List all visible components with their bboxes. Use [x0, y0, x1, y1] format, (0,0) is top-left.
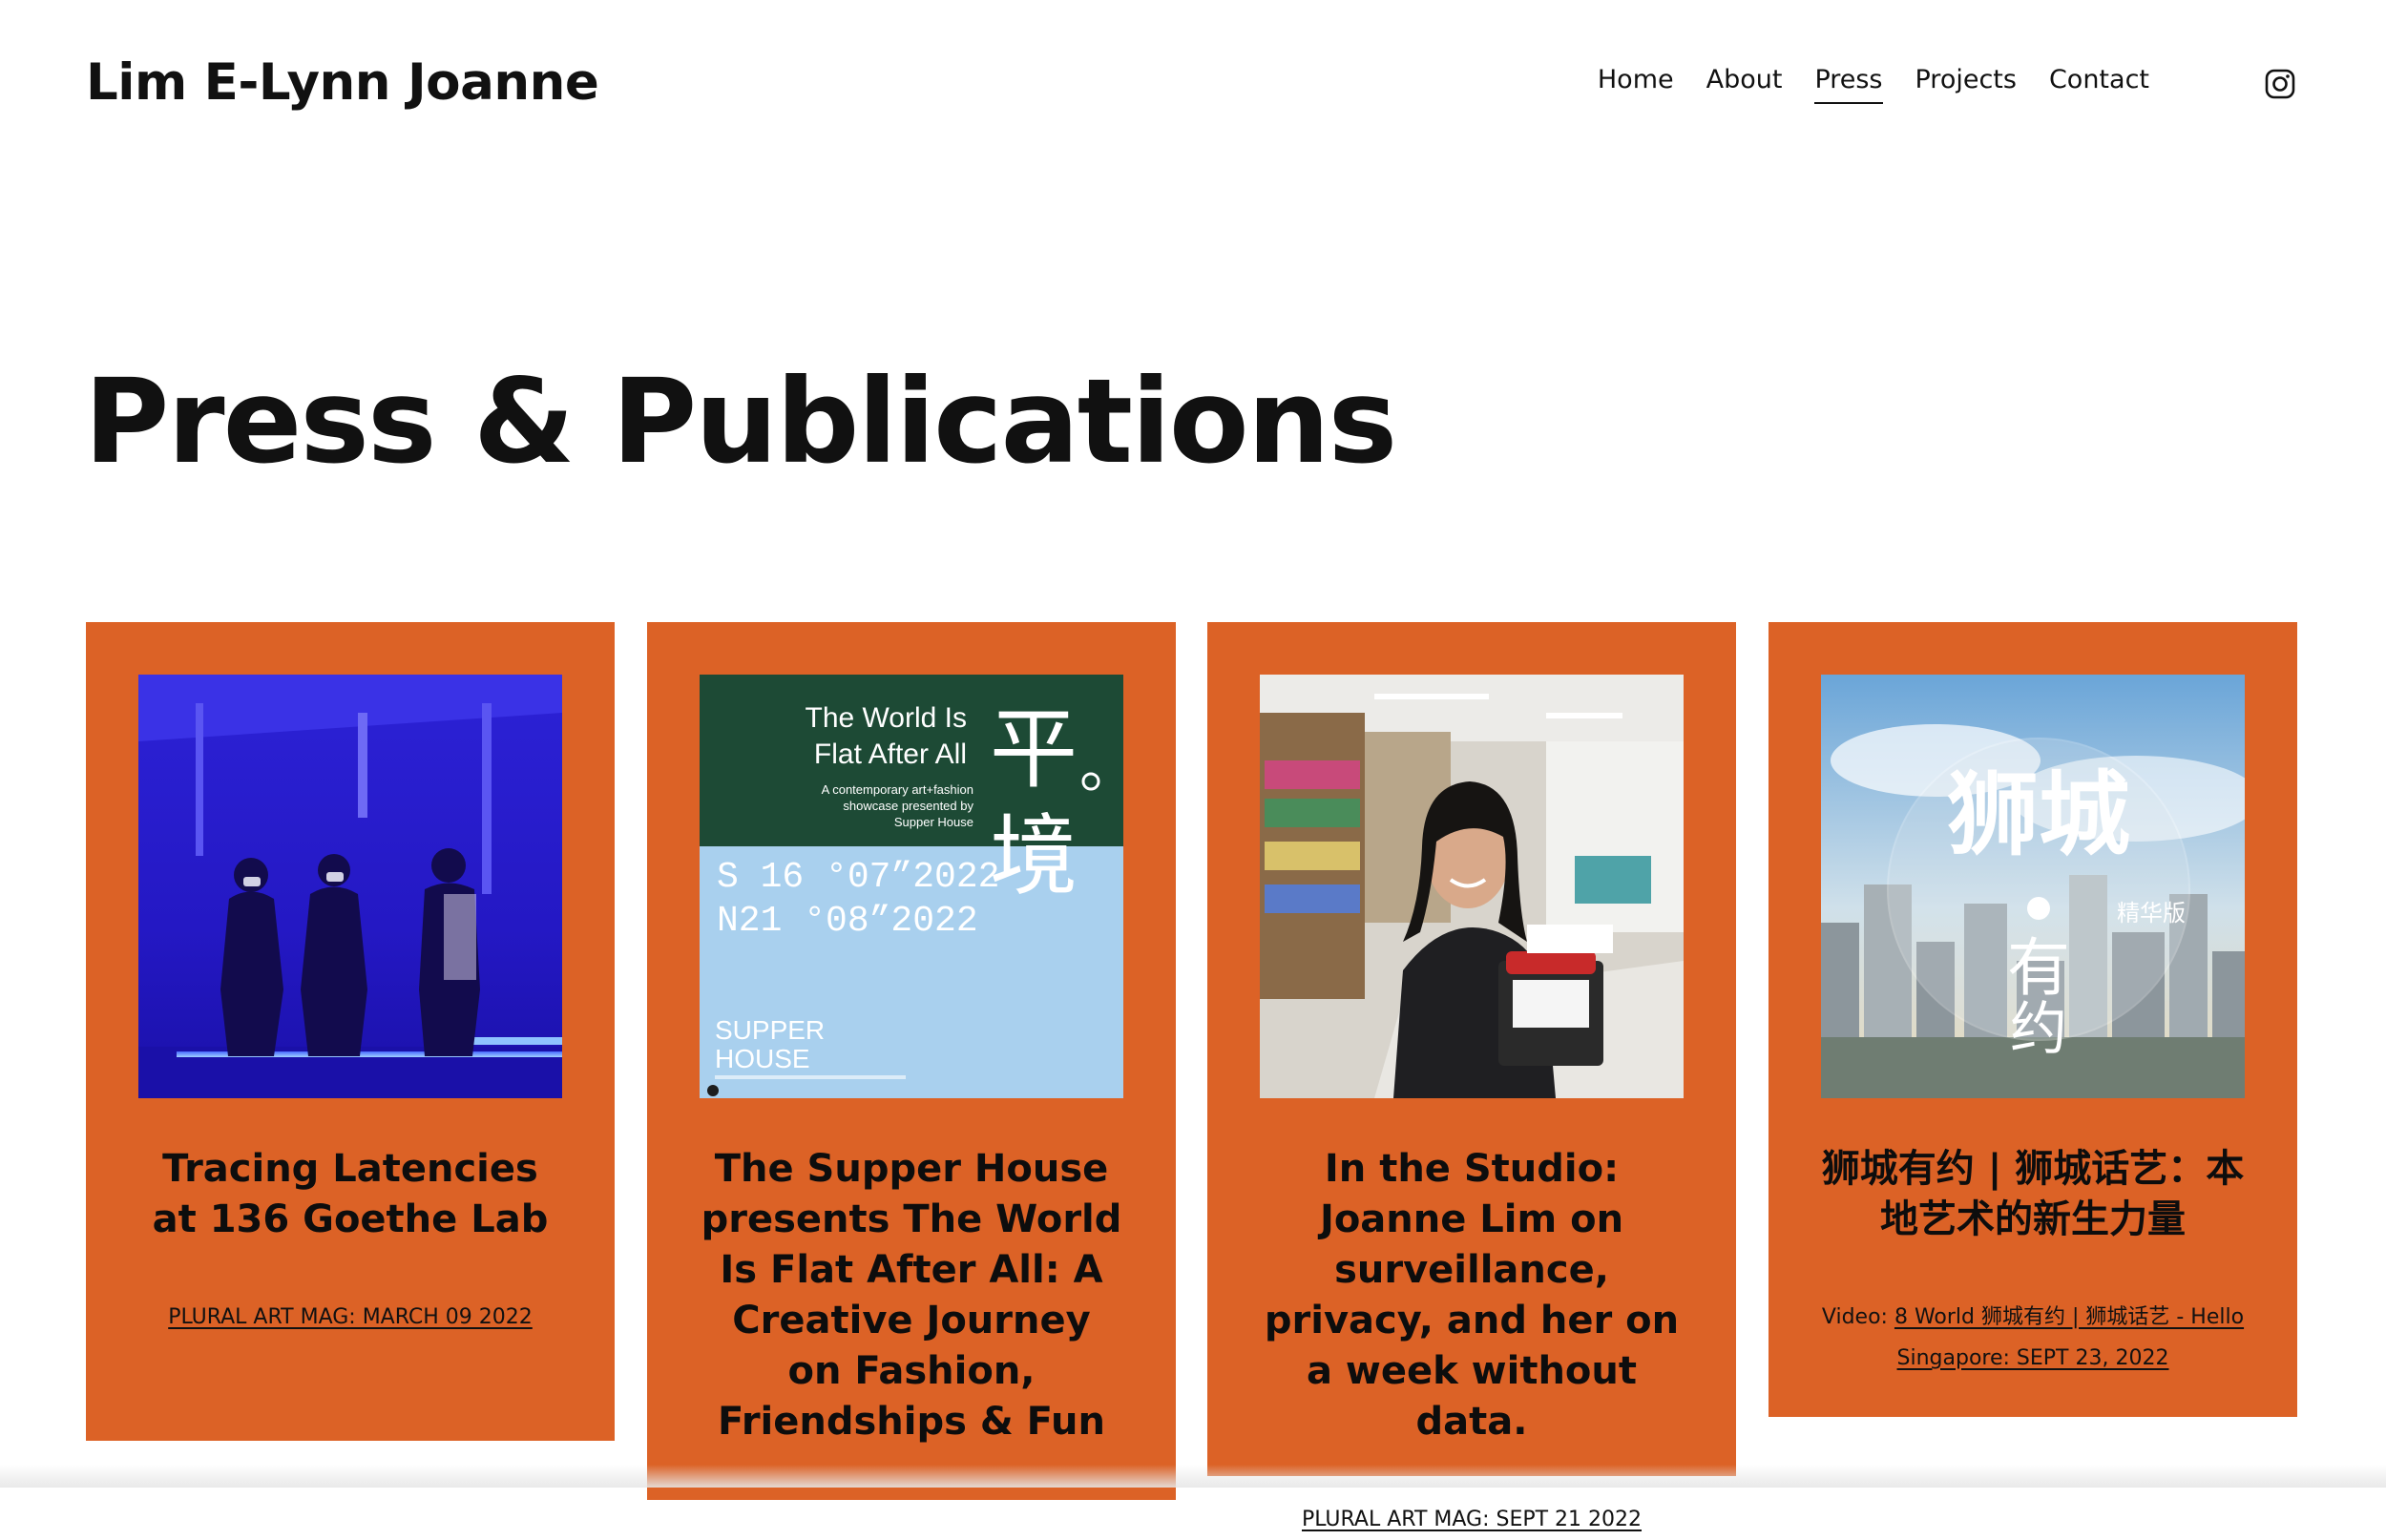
nav-contact[interactable]: Contact	[2049, 65, 2149, 104]
press-card-meta: PLURAL ART MAG: SEPT 21 2022	[1260, 1499, 1684, 1540]
nav-home[interactable]: Home	[1598, 65, 1674, 104]
press-card-link[interactable]: 8 World 狮城有约 | 狮城话艺 - Hello Singapore: S…	[1894, 1305, 2244, 1370]
press-card-title[interactable]: Tracing Latencies at 136 Goethe Lab	[138, 1144, 562, 1245]
nav-press[interactable]: Press	[1814, 65, 1883, 104]
poster-sub-3: Supper House	[894, 815, 973, 829]
scroll-fade	[0, 1465, 2386, 1488]
press-card-meta-prefix: Video:	[1821, 1305, 1894, 1329]
video-logo-line2: 有	[2007, 931, 2070, 1005]
press-card[interactable]: In the Studio: Joanne Lim on surveillanc…	[1207, 622, 1736, 1531]
page-title: Press & Publications	[84, 354, 1397, 489]
poster-logo-1: SUPPER	[715, 1015, 825, 1045]
nav-projects[interactable]: Projects	[1915, 65, 2017, 104]
press-card-image[interactable]: The World Is Flat After All A contempora…	[700, 675, 1123, 1098]
press-card-image[interactable]: 狮城 有 约 精华版	[1821, 675, 2245, 1098]
video-logo-line1: 狮城	[1947, 761, 2130, 868]
press-card-link[interactable]: PLURAL ART MAG: MARCH 09 2022	[168, 1305, 533, 1329]
video-logo-line3: 约	[2010, 996, 2067, 1063]
press-card-image[interactable]	[138, 675, 562, 1098]
nav-about[interactable]: About	[1706, 65, 1783, 104]
poster-chinese-1: 平	[990, 698, 1078, 801]
poster-sub-1: A contemporary art+fashion	[822, 782, 973, 797]
press-card-title[interactable]: The Supper House presents The World Is F…	[700, 1144, 1123, 1447]
poster-dates-2: N21 °08”2022	[717, 901, 978, 942]
press-card-link[interactable]: PLURAL ART MAG: SEPT 21 2022	[1302, 1508, 1642, 1531]
press-card[interactable]: The World Is Flat After All A contempora…	[647, 622, 1176, 1500]
press-card-title[interactable]: In the Studio: Joanne Lim on surveillanc…	[1260, 1144, 1684, 1447]
poster-logo-2: HOUSE	[715, 1044, 810, 1073]
main-nav: Home About Press Projects Contact	[1565, 65, 2149, 104]
press-card-image[interactable]	[1260, 675, 1684, 1098]
instagram-icon[interactable]	[2265, 69, 2295, 99]
press-card-meta: PLURAL ART MAG: MARCH 09 2022	[138, 1297, 562, 1338]
poster-headline-2: Flat After All	[814, 739, 967, 770]
poster-headline-1: The World Is	[806, 702, 968, 734]
press-card[interactable]: Tracing Latencies at 136 Goethe Lab PLUR…	[86, 622, 615, 1441]
video-logo-badge: 精华版	[2117, 900, 2186, 926]
press-card-meta: Video: 8 World 狮城有约 | 狮城话艺 - Hello Singa…	[1821, 1297, 2245, 1379]
press-card-title[interactable]: 狮城有约 | 狮城话艺：本地艺术的新生力量	[1821, 1144, 2245, 1245]
poster-dates-1: S 16 °07”2022	[717, 857, 999, 898]
poster-chinese-2: 境	[990, 805, 1078, 907]
poster-sub-2: showcase presented by	[843, 799, 973, 813]
press-card[interactable]: 狮城 有 约 精华版 狮城有约 | 狮城话艺：本地艺术的新生力量 Video: …	[1769, 622, 2297, 1417]
site-header: Lim E-Lynn Joanne Home About Press Proje…	[0, 0, 2386, 172]
site-title[interactable]: Lim E-Lynn Joanne	[86, 53, 599, 112]
